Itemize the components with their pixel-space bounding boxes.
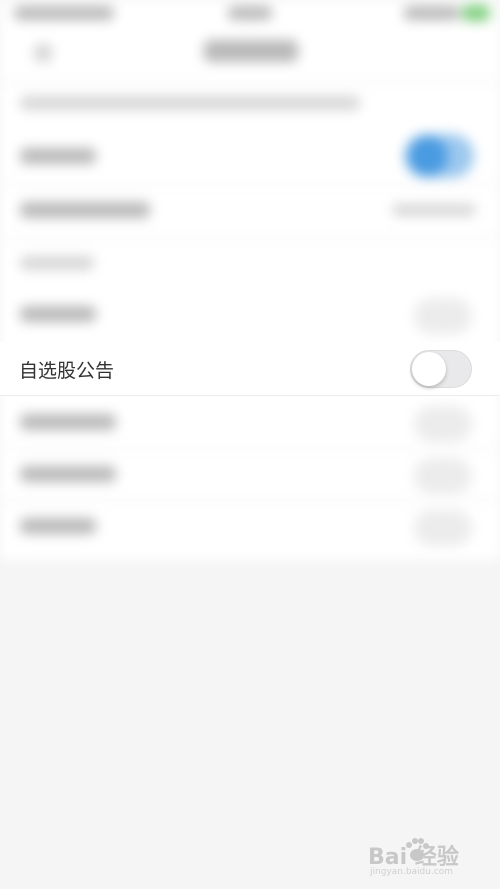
row-1-label	[20, 148, 96, 164]
nav-divider	[0, 82, 500, 83]
status-bar-battery-text	[404, 6, 460, 20]
page-title	[204, 40, 298, 62]
watermark-url: jingyan.baidu.com	[370, 867, 454, 877]
row-2-label	[20, 202, 150, 218]
row-5-toggle[interactable]	[414, 406, 472, 442]
row-divider	[0, 184, 500, 185]
row-3-label	[20, 306, 96, 322]
setting-row-label: 自选股公告	[19, 360, 115, 382]
settings-screen: 自选股公告 Bai 经验 jingyan.baidu.com	[0, 0, 500, 889]
battery-icon	[462, 5, 490, 21]
row-7-toggle[interactable]	[414, 510, 472, 546]
row-divider	[0, 238, 500, 239]
watchlist-announcements-toggle[interactable]	[410, 350, 472, 388]
row-7-label	[20, 518, 96, 534]
baidu-jingyan-watermark: Bai 经验 jingyan.baidu.com	[368, 837, 488, 881]
row-6-toggle[interactable]	[414, 458, 472, 494]
row-6-label	[20, 466, 116, 482]
status-bar-time	[228, 6, 272, 20]
status-bar-carrier	[14, 6, 114, 20]
row-1-toggle[interactable]	[404, 134, 474, 178]
blurred-settings-content	[0, 0, 500, 560]
row-3-toggle[interactable]	[414, 298, 472, 334]
paw-icon	[406, 838, 429, 861]
row-5-label	[20, 414, 116, 430]
row-divider	[0, 448, 500, 449]
settings-description	[20, 96, 360, 110]
section-header	[20, 256, 94, 270]
setting-row-watchlist-announcements[interactable]: 自选股公告	[0, 342, 500, 396]
row-divider	[0, 500, 500, 501]
row-2-value	[392, 204, 476, 216]
back-icon[interactable]	[34, 44, 52, 62]
toggle-knob	[412, 352, 446, 386]
